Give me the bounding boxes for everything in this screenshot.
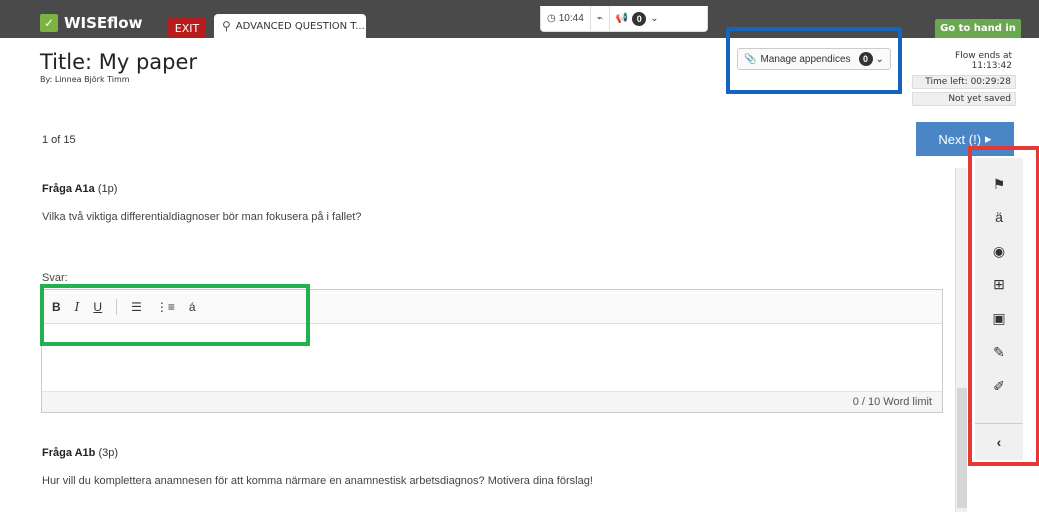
- megaphone-icon: 📢: [615, 13, 629, 24]
- question-label: Fråga A1a: [42, 183, 95, 195]
- chevron-down-icon: ⌄: [650, 13, 659, 24]
- question-heading: Fråga A1b (3p): [42, 447, 118, 459]
- question-progress: 1 of 15: [42, 134, 76, 146]
- author-line: By: Linnea Björk Timm: [40, 75, 130, 84]
- highlight-box-green: [40, 284, 310, 346]
- question-text: Vilka två viktiga differentialdiagnoser …: [42, 211, 362, 223]
- announcements-button[interactable]: 📢 0 ⌄: [608, 6, 665, 31]
- go-to-hand-in-button[interactable]: Go to hand in: [935, 19, 1021, 38]
- question-points: (3p): [98, 447, 119, 459]
- question-label: Fråga A1b: [42, 447, 96, 459]
- next-label: Next (!): [938, 131, 982, 147]
- timer-value: 10:44: [558, 13, 584, 24]
- time-left: Time left: 00:29:28: [912, 75, 1016, 89]
- question-text: Hur vill du komplettera anamnesen för at…: [42, 475, 593, 487]
- battery-indicator[interactable]: ⌁: [589, 6, 609, 31]
- exit-button[interactable]: EXIT: [168, 18, 206, 38]
- app-name: WISEflow: [64, 14, 143, 32]
- question-heading: Fråga A1a (1p): [42, 183, 117, 195]
- notification-count: 0: [632, 11, 647, 26]
- scrollbar[interactable]: [955, 168, 967, 512]
- clock-icon: ◷: [547, 13, 556, 24]
- app-logo: ✓ WISEflow: [40, 12, 142, 34]
- save-status: Not yet saved: [912, 92, 1016, 106]
- scrollbar-thumb[interactable]: [957, 388, 967, 508]
- word-limit-counter: 0 / 10 Word limit: [42, 391, 942, 412]
- timer-display[interactable]: ◷ 10:44: [541, 6, 590, 31]
- tab-advanced-question[interactable]: ⚲ ADVANCED QUESTION T...: [214, 14, 366, 38]
- battery-icon: ⌁: [596, 13, 603, 24]
- highlight-box-blue: [726, 27, 902, 94]
- status-widget: ◷ 10:44 ⌁ 📢 0 ⌄: [540, 6, 708, 32]
- arrow-right-icon: ▸: [985, 131, 992, 146]
- answer-label: Svar:: [42, 272, 68, 284]
- tab-label: ADVANCED QUESTION T...: [235, 20, 365, 32]
- flow-info: Flow ends at 11:13:42 Time left: 00:29:2…: [912, 50, 1016, 108]
- highlight-box-red: [968, 146, 1039, 466]
- question-tab-icon: ⚲: [222, 19, 231, 33]
- page-title: Title: My paper: [40, 50, 198, 74]
- flow-end-time: Flow ends at 11:13:42: [955, 51, 1012, 71]
- question-points: (1p): [97, 183, 118, 195]
- wiseflow-logo-icon: ✓: [40, 14, 58, 32]
